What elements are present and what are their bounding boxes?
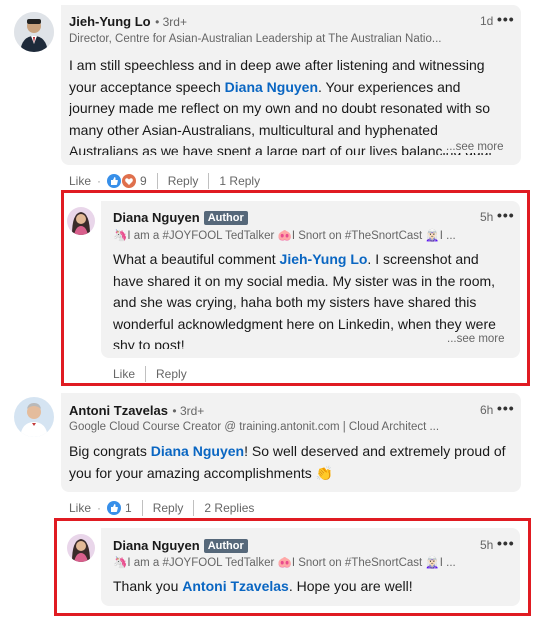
commenter-name[interactable]: Diana Nguyen: [113, 210, 200, 225]
commenter-headline: Google Cloud Course Creator @ training.a…: [69, 421, 440, 433]
like-reaction-icon[interactable]: [107, 174, 122, 188]
commenter-name[interactable]: Jieh-Yung Lo: [69, 14, 151, 29]
like-button[interactable]: Like: [113, 367, 135, 381]
replies-count-link[interactable]: 2 Replies: [204, 501, 254, 515]
person-photo-icon: [67, 534, 95, 562]
more-options-icon[interactable]: •••: [497, 400, 515, 416]
more-options-icon[interactable]: •••: [497, 11, 515, 27]
see-more-link[interactable]: ...see more: [443, 333, 505, 345]
see-more-link[interactable]: ...see more: [442, 141, 504, 153]
reaction-count[interactable]: 9: [140, 174, 147, 188]
comment-time: 5h: [480, 538, 494, 552]
person-photo-icon: [14, 12, 54, 52]
love-reaction-icon[interactable]: [122, 174, 137, 188]
avatar-diana-nguyen[interactable]: [67, 207, 95, 235]
reply-button[interactable]: Reply: [153, 501, 184, 515]
reply-button[interactable]: Reply: [156, 367, 187, 381]
more-options-icon[interactable]: •••: [497, 535, 515, 551]
commenter-headline: 🦄I am a #JOYFOOL TedTalker 🐽I Snort on #…: [113, 230, 456, 242]
mention-link[interactable]: Antoni Tzavelas: [182, 578, 289, 594]
author-badge: Author: [203, 211, 248, 225]
comment-actions: Like · 1 Reply 2 Replies: [69, 500, 255, 516]
connection-degree: • 3rd+: [155, 15, 187, 29]
replies-count-link[interactable]: 1 Reply: [219, 174, 260, 188]
mention-link[interactable]: Jieh-Yung Lo: [280, 251, 368, 267]
comment-time: 1d: [480, 14, 494, 28]
connection-degree: • 3rd+: [172, 404, 205, 418]
like-button[interactable]: Like: [69, 501, 91, 515]
reaction-count[interactable]: 1: [125, 501, 132, 515]
mention-link[interactable]: Diana Nguyen: [225, 79, 318, 95]
comment-text: I am still speechless and in deep awe af…: [69, 57, 492, 155]
like-reaction-icon[interactable]: [107, 501, 122, 515]
person-photo-icon: [14, 397, 54, 437]
reply-actions: Like Reply: [113, 366, 187, 382]
comment-text: Thank you Antoni Tzavelas. Hope you are …: [113, 578, 413, 594]
commenter-name[interactable]: Diana Nguyen: [113, 538, 200, 553]
avatar-jieh-yung-lo[interactable]: [14, 12, 54, 52]
person-photo-icon: [67, 207, 95, 235]
author-badge: Author: [203, 539, 248, 553]
comment-time: 6h: [480, 403, 494, 417]
comment-time: 5h: [480, 210, 494, 224]
commenter-name[interactable]: Antoni Tzavelas: [69, 403, 168, 418]
like-button[interactable]: Like: [69, 174, 91, 188]
avatar-diana-nguyen[interactable]: [67, 534, 95, 562]
reply-button[interactable]: Reply: [168, 174, 199, 188]
commenter-headline: Director, Centre for Asian-Australian Le…: [69, 33, 442, 45]
avatar-antoni-tzavelas[interactable]: [14, 397, 54, 437]
more-options-icon[interactable]: •••: [497, 207, 515, 223]
mention-link[interactable]: Diana Nguyen: [151, 443, 244, 459]
commenter-headline: 🦄I am a #JOYFOOL TedTalker 🐽I Snort on #…: [113, 557, 456, 569]
comment-actions: Like · 9 Reply 1 Reply: [69, 173, 261, 189]
comment-text: Big congrats Diana Nguyen! So well deser…: [69, 443, 506, 481]
